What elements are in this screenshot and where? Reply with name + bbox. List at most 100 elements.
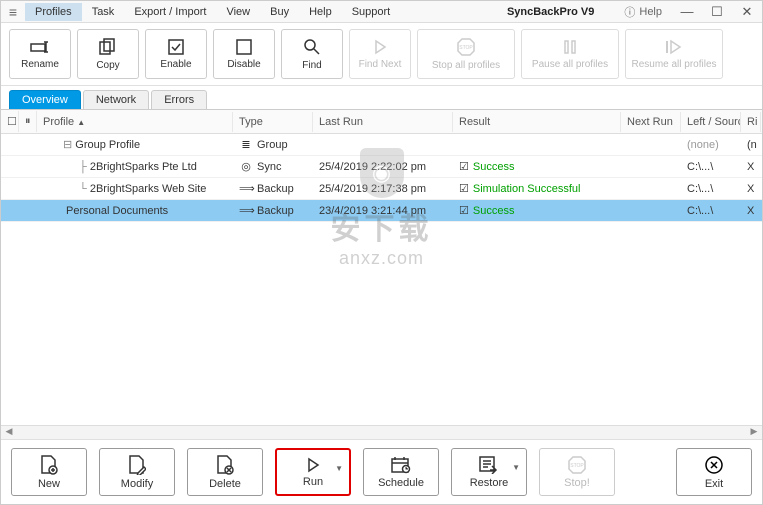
result-cell <box>453 142 621 148</box>
copy-button[interactable]: Copy <box>77 29 139 79</box>
doc-edit-icon <box>128 455 146 475</box>
ri-cell: X <box>741 158 761 176</box>
resume-icon <box>665 39 683 55</box>
rename-icon <box>30 39 50 55</box>
table-row[interactable]: ├ 2BrightSparks Pte Ltd◎Sync25/4/2019 2:… <box>1 156 762 178</box>
resume-all-button: Resume all profiles <box>625 29 723 79</box>
ri-cell: X <box>741 180 761 198</box>
play-icon <box>372 39 388 55</box>
hamburger-icon[interactable]: ≡ <box>1 4 25 20</box>
nextrun-cell <box>621 208 681 214</box>
list-icon: ≣ <box>239 138 253 151</box>
result-cell: ☑Success <box>453 201 621 220</box>
table-row[interactable]: Personal Documents⟹Backup23/4/2019 3:21:… <box>1 200 762 222</box>
help-icon: ⓘ <box>624 4 635 20</box>
caret-down-icon: ▼ <box>512 463 520 472</box>
search-icon <box>303 38 321 56</box>
disable-button[interactable]: Disable <box>213 29 275 79</box>
app-title: SyncBackPro V9 <box>507 6 614 18</box>
header-left[interactable]: Left / Source <box>681 112 741 132</box>
pause-icon <box>562 39 578 55</box>
doc-plus-icon <box>40 455 58 475</box>
doc-x-icon <box>216 455 234 475</box>
stop-icon: STOP <box>457 38 475 56</box>
grid-body: ⊟ Group Profile≣Group (none)(n ├ 2BrightSp… <box>1 134 762 425</box>
svg-text:STOP: STOP <box>459 45 473 51</box>
help-link[interactable]: ⓘ Help <box>614 4 672 20</box>
titlebar: ≡ ProfilesTaskExport / ImportViewBuyHelp… <box>1 1 762 23</box>
grid-header: ☐ ⏸ Profile ▲ Type Last Run Result Next … <box>1 110 762 134</box>
stop-button: STOPStop! <box>539 448 615 496</box>
header-result[interactable]: Result <box>453 112 621 132</box>
ri-cell: (n <box>741 136 761 154</box>
horizontal-scrollbar[interactable]: ◀ ▶ <box>1 425 762 439</box>
sync-icon: ◎ <box>239 160 253 173</box>
close-button[interactable]: ✕ <box>732 4 762 20</box>
run-button[interactable]: Run▼ <box>275 448 351 496</box>
minimize-button[interactable]: — <box>672 4 702 19</box>
header-profile[interactable]: Profile ▲ <box>37 112 233 132</box>
header-checkbox[interactable]: ☐ <box>1 111 19 132</box>
restore-icon <box>479 456 499 474</box>
nextrun-cell <box>621 142 681 148</box>
lastrun-cell: 23/4/2019 3:21:44 pm <box>313 202 453 220</box>
square-icon <box>236 39 252 55</box>
type-cell: ≣Group <box>233 135 313 154</box>
stop-all-button: STOPStop all profiles <box>417 29 515 79</box>
header-pause-icon[interactable]: ⏸ <box>19 111 37 132</box>
header-ri[interactable]: Ri <box>741 112 761 132</box>
type-cell: ⟹Backup <box>233 201 313 220</box>
header-nextrun[interactable]: Next Run <box>621 112 681 132</box>
svg-text:STOP: STOP <box>570 463 584 469</box>
lastrun-cell: 25/4/2019 2:17:38 pm <box>313 180 453 198</box>
tab-errors[interactable]: Errors <box>151 90 207 109</box>
menu-help[interactable]: Help <box>299 3 342 21</box>
profile-cell: ⊟ Group Profile <box>37 135 233 154</box>
table-row[interactable]: └ 2BrightSparks Web Site⟹Backup25/4/2019… <box>1 178 762 200</box>
pause-all-button: Pause all profiles <box>521 29 619 79</box>
menu-support[interactable]: Support <box>342 3 401 21</box>
scroll-right-icon[interactable]: ▶ <box>746 426 762 439</box>
delete-button[interactable]: Delete <box>187 448 263 496</box>
calendar-icon <box>391 456 411 474</box>
arrow-icon: ⟹ <box>239 204 253 217</box>
modify-button[interactable]: Modify <box>99 448 175 496</box>
restore-button[interactable]: Restore▼ <box>451 448 527 496</box>
type-cell: ◎Sync <box>233 157 313 176</box>
stop-icon: STOP <box>568 456 586 474</box>
menu-export-import[interactable]: Export / Import <box>124 3 216 21</box>
toolbar: RenameCopyEnableDisableFindFind NextSTOP… <box>1 23 762 86</box>
maximize-button[interactable]: ☐ <box>702 4 732 20</box>
caret-down-icon: ▼ <box>335 464 343 473</box>
schedule-button[interactable]: Schedule <box>363 448 439 496</box>
menu-buy[interactable]: Buy <box>260 3 299 21</box>
new-button[interactable]: New <box>11 448 87 496</box>
arrow-icon: ⟹ <box>239 182 253 195</box>
menu-profiles[interactable]: Profiles <box>25 3 82 21</box>
rename-button[interactable]: Rename <box>9 29 71 79</box>
bottom-bar: NewModifyDeleteRun▼ScheduleRestore▼STOPS… <box>1 439 762 504</box>
play-icon <box>305 457 321 473</box>
result-cell: ☑Success <box>453 157 621 176</box>
ri-cell: X <box>741 202 761 220</box>
tabs: OverviewNetworkErrors <box>1 86 762 110</box>
enable-button[interactable]: Enable <box>145 29 207 79</box>
left-cell: (none) <box>681 136 741 154</box>
table-row[interactable]: ⊟ Group Profile≣Group (none)(n <box>1 134 762 156</box>
nextrun-cell <box>621 186 681 192</box>
menu-view[interactable]: View <box>216 3 260 21</box>
close-circle-icon <box>704 455 724 475</box>
header-type[interactable]: Type <box>233 112 313 132</box>
exit-button[interactable]: Exit <box>676 448 752 496</box>
checkbox-icon <box>168 39 184 55</box>
tab-overview[interactable]: Overview <box>9 90 81 109</box>
left-cell: C:\...\ <box>681 180 741 198</box>
header-lastrun[interactable]: Last Run <box>313 112 453 132</box>
menu-task[interactable]: Task <box>82 3 125 21</box>
left-cell: C:\...\ <box>681 158 741 176</box>
tab-network[interactable]: Network <box>83 90 149 109</box>
type-cell: ⟹Backup <box>233 179 313 198</box>
lastrun-cell <box>313 142 453 148</box>
find-button[interactable]: Find <box>281 29 343 79</box>
scroll-left-icon[interactable]: ◀ <box>1 426 17 439</box>
